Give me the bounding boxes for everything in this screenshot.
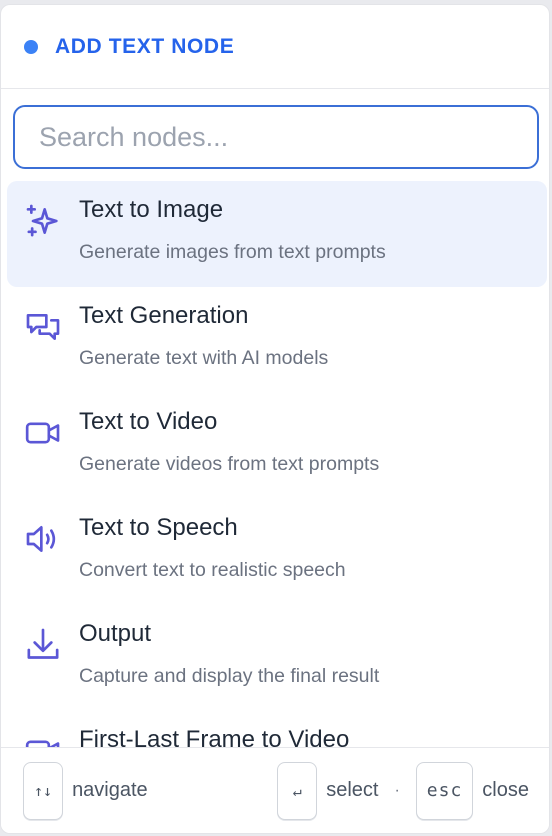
search-box[interactable] xyxy=(13,105,539,169)
keyboard-hints-footer: ↑↓ navigate ↵ select · esc close xyxy=(1,747,549,833)
chat-bubbles-icon xyxy=(23,307,63,347)
download-icon xyxy=(23,625,63,665)
search-input[interactable] xyxy=(37,120,515,154)
node-name: Text Generation xyxy=(79,302,249,329)
node-name: Output xyxy=(79,620,152,647)
node-name: Text to Image xyxy=(79,196,224,223)
status-dot xyxy=(24,39,38,54)
panel-title: ADD TEXT NODE xyxy=(55,34,235,58)
sparkles-icon xyxy=(23,201,63,241)
node-description: Generate text with AI models xyxy=(79,347,329,369)
node-item-output[interactable]: Output Capture and display the final res… xyxy=(7,605,547,711)
node-name: First-Last Frame to Video xyxy=(79,726,350,749)
node-item-text-to-image[interactable]: Text to Image Generate images from text … xyxy=(7,181,547,287)
search-container xyxy=(1,89,549,177)
select-label: select xyxy=(326,779,379,801)
esc-key-hint: esc xyxy=(415,761,474,820)
node-item-first-last-frame-to-video[interactable]: First-Last Frame to Video xyxy=(7,711,547,749)
close-label: close xyxy=(482,779,529,801)
node-description: Generate videos from text prompts xyxy=(79,453,380,475)
node-item-text-to-speech[interactable]: Text to Speech Convert text to realistic… xyxy=(7,499,547,605)
node-description: Generate images from text prompts xyxy=(79,241,386,263)
node-description: Convert text to realistic speech xyxy=(79,559,346,581)
navigate-key-hint: ↑↓ xyxy=(23,761,64,820)
footer-separator: · xyxy=(394,781,400,799)
select-key-hint: ↵ xyxy=(277,761,318,820)
node-name: Text to Video xyxy=(79,408,218,435)
speaker-icon xyxy=(23,519,63,559)
node-item-text-generation[interactable]: Text Generation Generate text with AI mo… xyxy=(7,287,547,393)
panel-header: ADD TEXT NODE xyxy=(1,5,549,89)
node-description: Capture and display the final result xyxy=(79,665,380,687)
video-camera-icon xyxy=(23,413,63,453)
node-list[interactable]: Text to Image Generate images from text … xyxy=(1,181,549,749)
navigate-label: navigate xyxy=(72,779,148,801)
node-name: Text to Speech xyxy=(79,514,238,541)
node-item-text-to-video[interactable]: Text to Video Generate videos from text … xyxy=(7,393,547,499)
add-node-panel: ADD TEXT NODE Text to Image Generate ima… xyxy=(0,4,550,834)
